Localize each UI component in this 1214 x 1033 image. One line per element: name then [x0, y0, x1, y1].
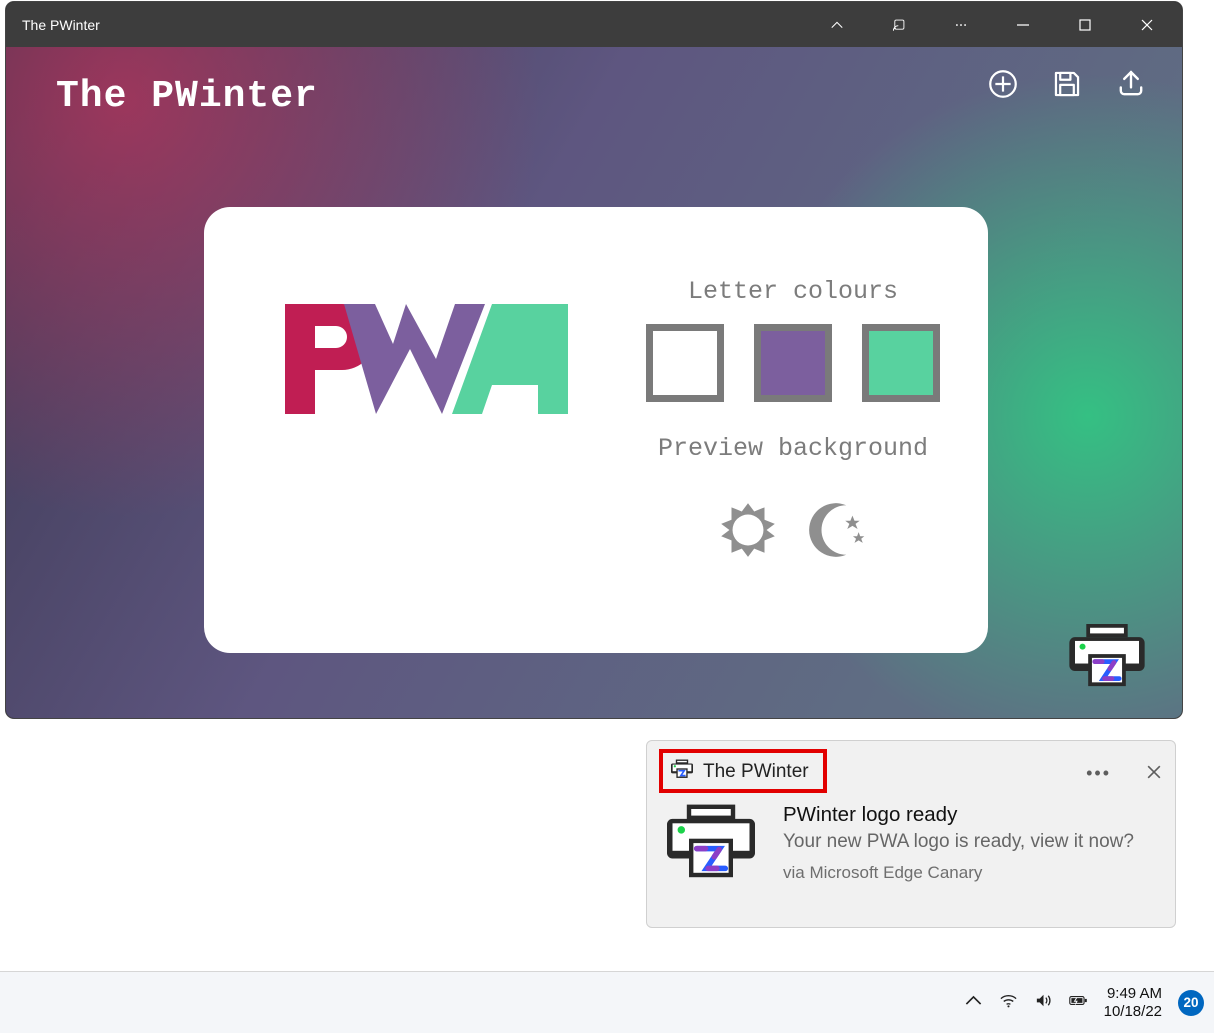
notification-via: via Microsoft Edge Canary: [783, 863, 1134, 883]
app-window: The PWinter: [6, 2, 1182, 718]
wifi-icon[interactable]: [999, 991, 1018, 1015]
add-button[interactable]: [986, 67, 1020, 106]
notification-message: Your new PWA logo is ready, view it now?: [783, 830, 1134, 855]
letter-colours-heading: Letter colours: [688, 277, 898, 306]
volume-icon[interactable]: [1034, 991, 1053, 1015]
save-button[interactable]: [1050, 67, 1084, 106]
close-button[interactable]: [1116, 2, 1178, 47]
tray-chevron-icon[interactable]: [964, 991, 983, 1015]
notification-actions: •••: [1086, 763, 1161, 784]
dark-mode-button[interactable]: [805, 497, 871, 568]
titlebar-actions: [806, 2, 1178, 47]
notification-app-header[interactable]: The PWinter: [661, 753, 819, 791]
app-title: The PWinter: [56, 75, 318, 118]
clock-date: 10/18/22: [1104, 1003, 1162, 1021]
main-card: Letter colours Preview background: [204, 207, 988, 653]
swatch-w[interactable]: [754, 324, 832, 402]
caret-up-icon[interactable]: [806, 2, 868, 47]
light-mode-button[interactable]: [715, 497, 781, 568]
notification-count-badge[interactable]: 20: [1178, 990, 1204, 1016]
taskbar: 9:49 AM 10/18/22 20: [0, 971, 1214, 1033]
cast-icon[interactable]: [868, 2, 930, 47]
controls-panel: Letter colours Preview background: [646, 277, 940, 623]
app-toolbar: [986, 67, 1148, 106]
notification-body: PWinter logo ready Your new PWA logo is …: [667, 803, 1155, 886]
minimize-button[interactable]: [992, 2, 1054, 47]
notification-app-icon: [671, 759, 693, 785]
taskbar-clock[interactable]: 9:49 AM 10/18/22: [1104, 985, 1162, 1021]
notification-toast: The PWinter ••• PWinter logo ready Your …: [646, 740, 1176, 928]
background-toggles: [715, 497, 871, 568]
colour-swatches: [646, 324, 940, 402]
notification-app-name: The PWinter: [703, 761, 809, 783]
notification-more-icon[interactable]: •••: [1086, 763, 1111, 784]
maximize-button[interactable]: [1054, 2, 1116, 47]
notification-close-button[interactable]: [1147, 763, 1161, 784]
share-button[interactable]: [1114, 67, 1148, 106]
titlebar: The PWinter: [6, 2, 1182, 47]
clock-time: 9:49 AM: [1107, 985, 1162, 1003]
preview-background-heading: Preview background: [658, 434, 928, 463]
swatch-p[interactable]: [646, 324, 724, 402]
system-tray[interactable]: [964, 991, 1088, 1015]
notification-texts: PWinter logo ready Your new PWA logo is …: [783, 803, 1134, 883]
printer-badge-icon[interactable]: [1068, 624, 1146, 688]
battery-icon[interactable]: [1069, 991, 1088, 1015]
more-icon[interactable]: [930, 2, 992, 47]
notification-title: PWinter logo ready: [783, 803, 1134, 827]
app-body: The PWinter: [6, 47, 1182, 718]
window-title: The PWinter: [22, 17, 100, 33]
logo-preview: [252, 277, 618, 623]
swatch-a[interactable]: [862, 324, 940, 402]
notification-large-icon: [667, 803, 755, 886]
